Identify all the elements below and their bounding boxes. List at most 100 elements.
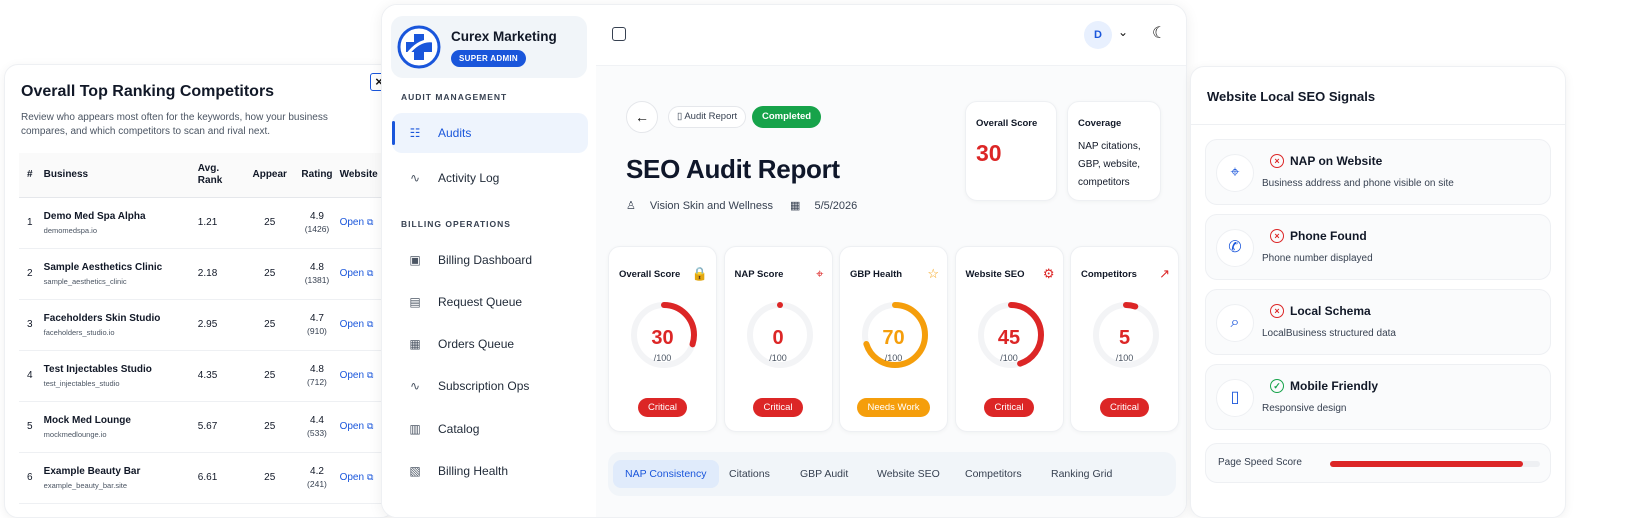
sidebar-item-audits[interactable]: ☷ Audits	[392, 113, 588, 153]
signal-title: Mobile Friendly	[1290, 379, 1379, 393]
open-link[interactable]: Open	[340, 268, 364, 279]
external-link-icon[interactable]: ⧉	[367, 217, 373, 227]
status-badge-wrap: Critical	[956, 397, 1063, 417]
rating-cell: 4.9 (1426)	[294, 197, 340, 249]
open-link[interactable]: Open	[340, 370, 364, 381]
external-link-icon[interactable]: ⧉	[367, 268, 373, 278]
report-meta: ♙ Vision Skin and Wellness ▦ 5/5/2026	[626, 199, 871, 212]
external-link-icon[interactable]: ⧉	[367, 319, 373, 329]
search-icon: ⌕	[1216, 304, 1254, 342]
page-speed-fill	[1330, 461, 1524, 467]
open-link[interactable]: Open	[340, 319, 364, 330]
tab-gbp-audit[interactable]: GBP Audit	[788, 460, 860, 488]
rating-cell: 4.8 (712)	[294, 350, 340, 402]
score-card-title: Overall Score	[619, 269, 681, 280]
sidebar-item-orders-queue[interactable]: ▦ Orders Queue	[392, 324, 588, 364]
business-cell: Faceholders Skin Studio faceholders_studi…	[43, 299, 198, 351]
score-value: 45	[997, 327, 1021, 349]
app-window: Curex Marketing SUPER ADMIN AUDIT MANAGE…	[381, 4, 1187, 518]
rating-cell: 4.4 (533)	[294, 401, 340, 453]
role-badge: SUPER ADMIN	[451, 50, 527, 67]
signal-item: ⌕ × Local Schema LocalBusiness structured d…	[1205, 289, 1551, 355]
sidebar-item-billing-dashboard[interactable]: ▣ Billing Dashboard	[392, 240, 588, 280]
sidebar-item-label: Catalog	[438, 422, 480, 436]
chevron-down-icon[interactable]: ⌄	[1118, 25, 1128, 39]
business-name: Faceholders Skin Studio	[43, 312, 161, 324]
page-speed-bar	[1330, 461, 1540, 467]
sidebar-item-label: Billing Health	[438, 464, 509, 478]
row-num: 2	[19, 248, 44, 300]
tab-ranking-grid[interactable]: Ranking Grid	[1039, 460, 1124, 488]
score-value: 30	[651, 327, 674, 349]
appear-count: 25	[245, 350, 295, 402]
status-badge: Critical	[753, 398, 803, 417]
business-cell: Test Injectables Studio test_injectables_…	[43, 350, 198, 402]
queue-icon: ▤	[409, 295, 421, 309]
business-cell: Example Beauty Bar example_beauty_bar.sit…	[43, 452, 198, 504]
tab-nap-consistency[interactable]: NAP Consistency	[613, 460, 719, 488]
rating-count: (1381)	[304, 275, 330, 285]
x-circle-icon: ×	[1270, 229, 1284, 243]
business-domain: sample_aesthetics_clinic	[43, 276, 127, 286]
open-link[interactable]: Open	[340, 217, 364, 228]
back-button[interactable]: ←	[626, 101, 658, 133]
coverage-box: Coverage NAP citations, GBP, website, co…	[1067, 101, 1161, 201]
kpi-label: Overall Score	[976, 118, 1038, 129]
score-card: Website SEO ⚙ 45/100 Critical	[954, 246, 1064, 432]
rating-value: 4.7	[310, 313, 324, 324]
score-card-title: Competitors	[1081, 269, 1137, 280]
score-value: 0	[772, 327, 784, 349]
row-num: 4	[19, 350, 44, 402]
status-badge: Completed	[752, 106, 822, 128]
sidebar-item-request-queue[interactable]: ▤ Request Queue	[392, 282, 588, 322]
external-link-icon[interactable]: ⧉	[367, 370, 373, 380]
tab-competitors[interactable]: Competitors	[953, 460, 1034, 488]
business-domain: test_injectables_studio	[43, 378, 120, 388]
competitors-title: Overall Top Ranking Competitors	[21, 83, 275, 100]
sidebar-item-catalog[interactable]: ▥ Catalog	[392, 409, 588, 449]
table-row: 6 Example Beauty Bar example_beauty_bar.si…	[19, 452, 391, 504]
status-badge-wrap: Critical	[725, 397, 832, 417]
business-cell: Mock Med Lounge mockmedlounge.io	[43, 401, 198, 453]
score-denominator: /100	[1115, 353, 1134, 363]
competitors-description: Review who appears most often for the ke…	[21, 112, 328, 137]
external-link-icon[interactable]: ⧉	[367, 472, 373, 482]
signals-title: Website Local SEO Signals	[1207, 89, 1376, 104]
appear-count: 25	[245, 452, 295, 504]
section-billing-operations: BILLING OPERATIONS	[401, 219, 511, 229]
appear-count: 25	[245, 401, 295, 453]
status-badge-wrap: Critical	[609, 397, 716, 417]
col-business: Business	[43, 153, 198, 198]
avatar[interactable]: D	[1084, 21, 1112, 49]
business-name: Sample Aesthetics Clinic	[43, 261, 163, 273]
orders-icon: ▦	[409, 337, 421, 351]
page-speed-row: Page Speed Score	[1205, 443, 1551, 483]
score-denominator: /100	[884, 353, 903, 363]
col-appear: Appear	[245, 153, 295, 198]
sidebar-item-activity-log[interactable]: ∿ Activity Log	[392, 158, 588, 198]
sidebar-item-subscription-ops[interactable]: ∿ Subscription Ops	[392, 366, 588, 406]
status-badge: Critical	[984, 398, 1034, 417]
sidebar-toggle-icon[interactable]	[612, 27, 626, 41]
subscription-icon: ∿	[409, 379, 421, 393]
signal-description: LocalBusiness structured data	[1262, 328, 1396, 339]
col-avg-rank: Avg. Rank	[197, 153, 246, 198]
appear-count: 25	[245, 299, 295, 351]
tab-website-seo[interactable]: Website SEO	[865, 460, 952, 488]
score-card: NAP Score ⌖ 0/100 Critical	[723, 246, 833, 432]
report-content: ← ▯ Audit Report Completed SEO Audit Rep…	[596, 65, 1186, 517]
sidebar-item-billing-health[interactable]: ▧ Billing Health	[392, 451, 588, 491]
report-date: 5/5/2026	[814, 200, 858, 212]
open-link[interactable]: Open	[340, 472, 364, 483]
business-cell: Demo Med Spa Alpha demomedspa.io	[43, 197, 198, 249]
brand-card[interactable]: Curex Marketing SUPER ADMIN	[391, 16, 587, 78]
main-area: D ⌄ ☾ ← ▯ Audit Report Completed SEO Aud…	[596, 5, 1186, 517]
tab-citations[interactable]: Citations	[717, 460, 782, 488]
external-link-icon[interactable]: ⧉	[367, 421, 373, 431]
brand-logo-icon	[397, 25, 441, 69]
open-link[interactable]: Open	[340, 421, 364, 432]
moon-icon[interactable]: ☾	[1152, 23, 1166, 43]
business-name: Test Injectables Studio	[43, 363, 152, 375]
breadcrumb[interactable]: ▯ Audit Report	[668, 106, 747, 128]
x-circle-icon: ×	[1270, 154, 1284, 168]
